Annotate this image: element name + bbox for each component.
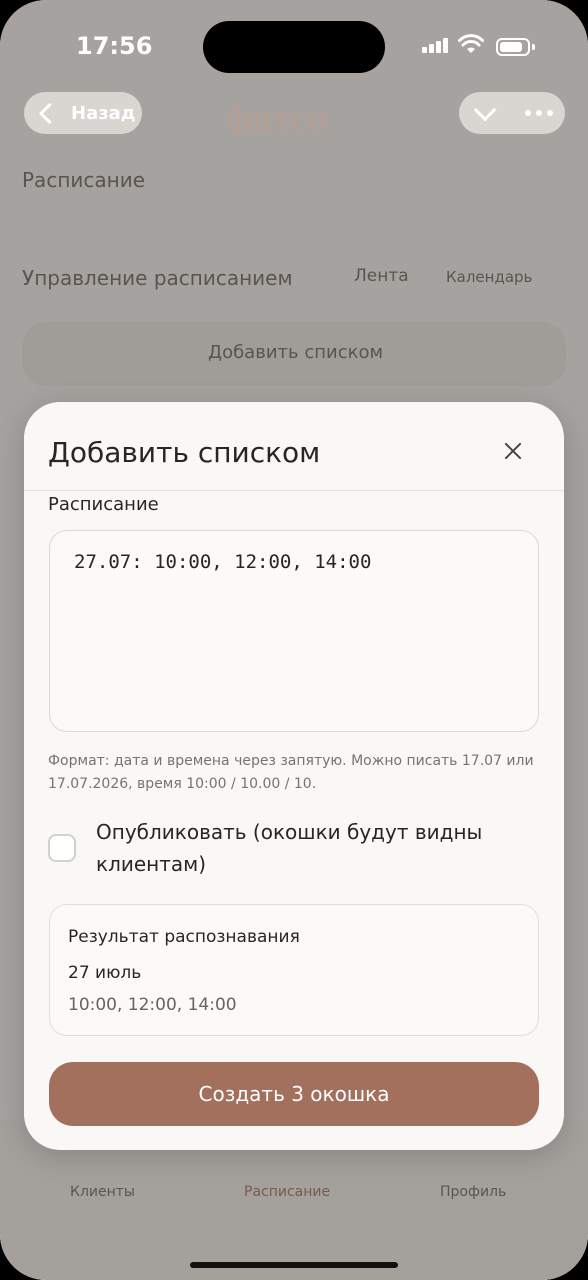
back-button[interactable]: Назад <box>24 92 142 134</box>
result-title: Результат распознавания <box>68 927 300 947</box>
modal-title: Добавить списком <box>48 436 321 469</box>
app-logo: фитсо <box>226 100 328 138</box>
create-slots-button[interactable]: Создать 3 окошка <box>49 1062 539 1126</box>
close-icon[interactable] <box>498 436 528 466</box>
publish-label[interactable]: Опубликовать (окошки будут видны клиента… <box>96 816 516 880</box>
chevron-down-icon[interactable] <box>473 98 497 122</box>
more-icon[interactable] <box>525 110 553 116</box>
status-bar: 17:56 <box>0 0 588 80</box>
add-list-modal: Добавить списком Расписание 27.07: 10:00… <box>24 402 564 1150</box>
chevron-left-icon <box>38 102 61 124</box>
battery-icon <box>496 38 530 56</box>
mini-app-controls[interactable] <box>459 92 565 134</box>
wifi-icon <box>458 34 484 53</box>
recognition-result-card: Результат распознавания 27 июль 10:00, 1… <box>49 904 539 1036</box>
schedule-label: Расписание <box>48 494 159 515</box>
dynamic-island <box>203 21 385 73</box>
signal-icon <box>422 38 448 53</box>
battery-tip <box>532 44 535 50</box>
home-indicator[interactable] <box>190 1262 398 1268</box>
result-date: 27 июль <box>68 963 142 983</box>
phone-screen: Расписание Управление расписанием Лента … <box>0 0 588 1280</box>
publish-checkbox[interactable] <box>48 834 76 862</box>
modal-divider <box>24 490 564 491</box>
schedule-textarea[interactable]: 27.07: 10:00, 12:00, 14:00 <box>49 530 539 732</box>
status-time: 17:56 <box>76 32 153 60</box>
format-hint: Формат: дата и времена через запятую. Мо… <box>48 753 534 792</box>
result-times: 10:00, 12:00, 14:00 <box>68 995 237 1015</box>
back-button-label: Назад <box>71 102 136 124</box>
